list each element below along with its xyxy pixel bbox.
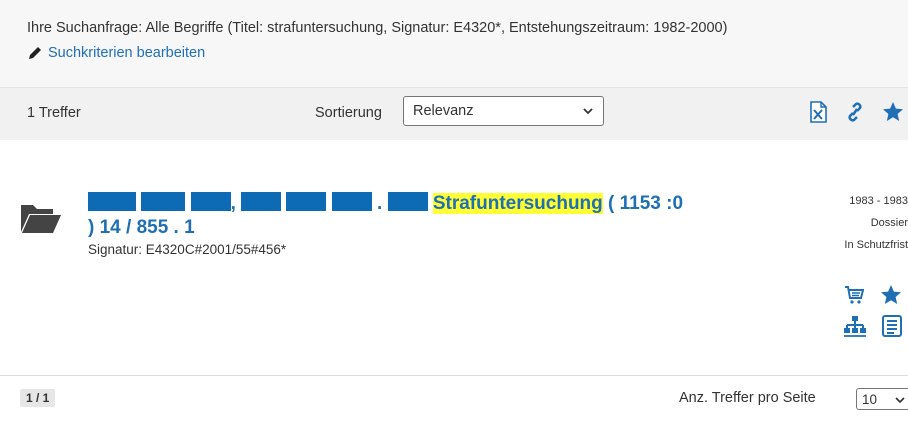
title-separator: , — [230, 193, 236, 214]
hit-count: 1 Treffer — [27, 105, 81, 121]
cart-icon[interactable] — [844, 285, 864, 305]
search-term-highlight: Strafuntersuchung — [432, 193, 603, 214]
hierarchy-icon[interactable] — [844, 315, 866, 337]
pencil-icon — [29, 47, 41, 59]
search-summary: Ihre Suchanfrage: Alle Begriffe (Titel: … — [0, 0, 908, 87]
star-icon[interactable] — [882, 101, 904, 123]
result-signatur: Signatur: E4320C#2001/55#456* — [88, 242, 287, 257]
redacted-block — [387, 192, 428, 211]
per-page-select[interactable]: 10 — [856, 388, 908, 410]
link-icon[interactable] — [845, 101, 865, 123]
result-status: In Schutzfrist — [844, 239, 908, 251]
chevron-down-icon — [583, 108, 593, 115]
redacted-block — [331, 192, 372, 211]
details-icon[interactable] — [882, 315, 902, 337]
result-item: , . Strafuntersuchung ( 1153 :0 ) 14 / 8… — [0, 140, 908, 375]
result-level: Dossier — [870, 217, 908, 229]
redacted-block — [241, 192, 282, 211]
edit-search-label: Suchkriterien bearbeiten — [48, 45, 206, 61]
redacted-block — [286, 192, 327, 211]
sort-selected-value: Relevanz — [413, 103, 474, 119]
result-date-range: 1983 - 1983 — [849, 195, 908, 207]
result-title-link[interactable]: , . Strafuntersuchung ( 1153 :0 ) 14 / 8… — [88, 192, 788, 240]
redacted-block — [88, 192, 136, 211]
sort-select[interactable]: Relevanz — [403, 96, 604, 126]
results-footer: 1 / 1 Anz. Treffer pro Seite 10 — [0, 375, 908, 426]
search-query-text: Ihre Suchanfrage: Alle Begriffe (Titel: … — [27, 20, 728, 36]
sort-label: Sortierung — [315, 105, 382, 121]
excel-export-icon[interactable] — [808, 101, 828, 123]
star-icon[interactable] — [880, 284, 902, 306]
redacted-block — [190, 192, 231, 211]
title-line-2: ) 14 / 855 . 1 — [88, 217, 195, 238]
page-indicator: 1 / 1 — [20, 389, 56, 407]
per-page-label: Anz. Treffer pro Seite — [679, 390, 816, 406]
folder-open-icon — [21, 205, 61, 233]
title-separator: . — [376, 193, 383, 214]
redacted-block — [141, 192, 186, 211]
per-page-value: 10 — [862, 391, 878, 407]
edit-search-link[interactable]: Suchkriterien bearbeiten — [27, 45, 205, 61]
chevron-down-icon — [895, 397, 905, 404]
results-toolbar: 1 Treffer Sortierung Relevanz — [0, 87, 908, 141]
result-meta: 1983 - 1983 Dossier In Schutzfrist — [768, 195, 908, 261]
title-rest: ( 1153 :0 — [608, 193, 684, 214]
